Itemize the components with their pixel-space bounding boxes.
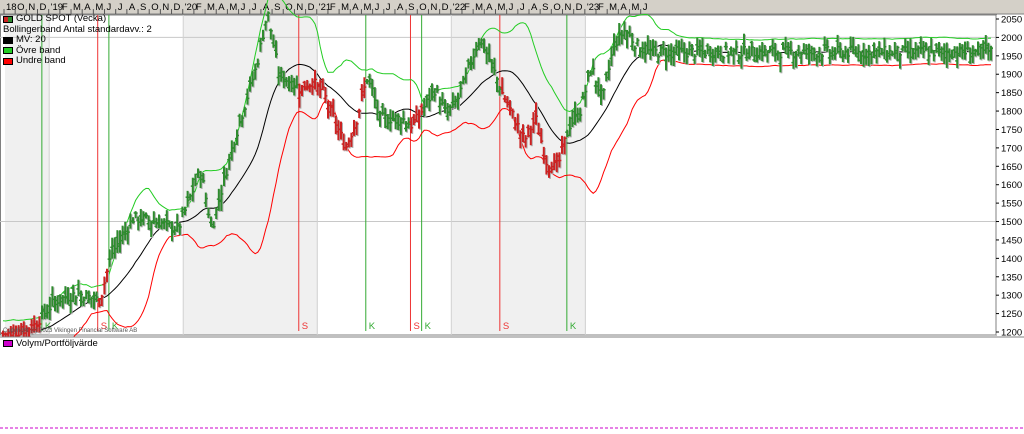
legend-instrument-label: GOLD SPOT (Vecka)	[16, 13, 107, 24]
month-label: A	[218, 2, 225, 13]
price-label: 1350	[1001, 272, 1022, 283]
upper-band-swatch-icon	[3, 47, 13, 55]
month-label: D	[442, 2, 449, 13]
legend-lower[interactable]: Undre band	[3, 55, 152, 67]
month-label: S	[542, 2, 548, 13]
chart-legend: GOLD SPOT (Vecka) Bollingerband Antal st…	[3, 13, 152, 67]
price-label: 1600	[1001, 180, 1022, 191]
month-label: S	[408, 2, 414, 13]
legend-instrument[interactable]: GOLD SPOT (Vecka)	[3, 13, 152, 25]
month-label: A	[352, 2, 359, 13]
legend-ma[interactable]: MV: 20	[3, 34, 152, 46]
month-label: S	[274, 2, 280, 13]
month-label: M	[632, 2, 640, 13]
signal-label: K	[570, 321, 577, 332]
month-label: J	[252, 2, 257, 13]
price-label: 1450	[1001, 235, 1022, 246]
price-axis	[996, 15, 1024, 335]
month-label: M	[95, 2, 103, 13]
month-label: D	[576, 2, 583, 13]
signal-label: S	[302, 321, 308, 332]
month-label: J	[118, 2, 123, 13]
month-label: J	[241, 2, 246, 13]
month-label: D	[308, 2, 315, 13]
price-label: 1300	[1001, 291, 1022, 302]
month-label: N	[162, 2, 169, 13]
volume-legend-label: Volym/Portföljvärde	[16, 338, 98, 349]
month-label: A	[486, 2, 493, 13]
month-label: J	[520, 2, 525, 13]
month-label: M	[363, 2, 371, 13]
month-label: D	[174, 2, 181, 13]
month-label: O	[285, 2, 292, 13]
price-label: 1850	[1001, 88, 1022, 99]
volume-pane[interactable]	[0, 337, 1024, 434]
legend-ma-label: MV: 20	[16, 34, 46, 45]
signal-label: K	[369, 321, 376, 332]
month-label: M	[475, 2, 483, 13]
month-label: J	[643, 2, 648, 13]
price-label: 1650	[1001, 162, 1022, 173]
signal-label: S	[413, 321, 419, 332]
month-label: O	[17, 2, 24, 13]
signal-label: K	[425, 321, 432, 332]
legend-lower-label: Undre band	[16, 55, 66, 66]
price-label: 2050	[1001, 15, 1022, 26]
month-label: A	[129, 2, 136, 13]
month-label: M	[207, 2, 215, 13]
month-label: J	[375, 2, 380, 13]
price-label: 1500	[1001, 217, 1022, 228]
month-label: F	[196, 2, 202, 13]
month-label: M	[341, 2, 349, 13]
month-label: J	[509, 2, 514, 13]
month-label: O	[419, 2, 426, 13]
price-chart[interactable]: 18 O N D '19F M A M J J A S O N D '20F M A M J J A S O N D '21F M A M…	[0, 0, 1024, 434]
month-label: J	[386, 2, 391, 13]
month-label: A	[531, 2, 538, 13]
month-label: M	[609, 2, 617, 13]
price-label: 1950	[1001, 51, 1022, 62]
month-label: M	[497, 2, 505, 13]
month-label: D	[40, 2, 47, 13]
price-label: 1800	[1001, 107, 1022, 118]
month-label: F	[330, 2, 336, 13]
price-label: 1400	[1001, 254, 1022, 265]
lower-band-swatch-icon	[3, 57, 13, 65]
month-label: F	[464, 2, 470, 13]
volume-swatch-icon	[3, 340, 13, 347]
month-label: O	[553, 2, 560, 13]
month-label: J	[107, 2, 112, 13]
signal-label: S	[503, 321, 509, 332]
month-label: N	[430, 2, 437, 13]
price-label: 1550	[1001, 199, 1022, 210]
month-label: O	[151, 2, 158, 13]
month-label: A	[397, 2, 404, 13]
price-label: 1900	[1001, 70, 1022, 81]
instrument-bars-icon	[3, 15, 13, 23]
copyright-text: Copyright (c) 2023 Vikingen Financial So…	[3, 328, 137, 334]
month-label: F	[62, 2, 68, 13]
price-label: 1250	[1001, 309, 1022, 320]
price-label: 1750	[1001, 125, 1022, 136]
price-label: 1700	[1001, 143, 1022, 154]
month-label: S	[140, 2, 146, 13]
price-label: 2000	[1001, 33, 1022, 44]
volume-legend[interactable]: Volym/Portföljvärde	[3, 338, 98, 349]
month-label: M	[73, 2, 81, 13]
month-label: F	[598, 2, 604, 13]
month-label: M	[229, 2, 237, 13]
month-label: N	[565, 2, 572, 13]
month-label: N	[28, 2, 35, 13]
chart-window: 18 O N D '19 F M A M J J A S O N D '20 F M A M J J A S O N D '21 F M A M…	[0, 0, 1024, 434]
month-label: N	[296, 2, 303, 13]
month-label: A	[620, 2, 627, 13]
month-label: A	[84, 2, 91, 13]
ma-swatch-icon	[3, 36, 13, 44]
